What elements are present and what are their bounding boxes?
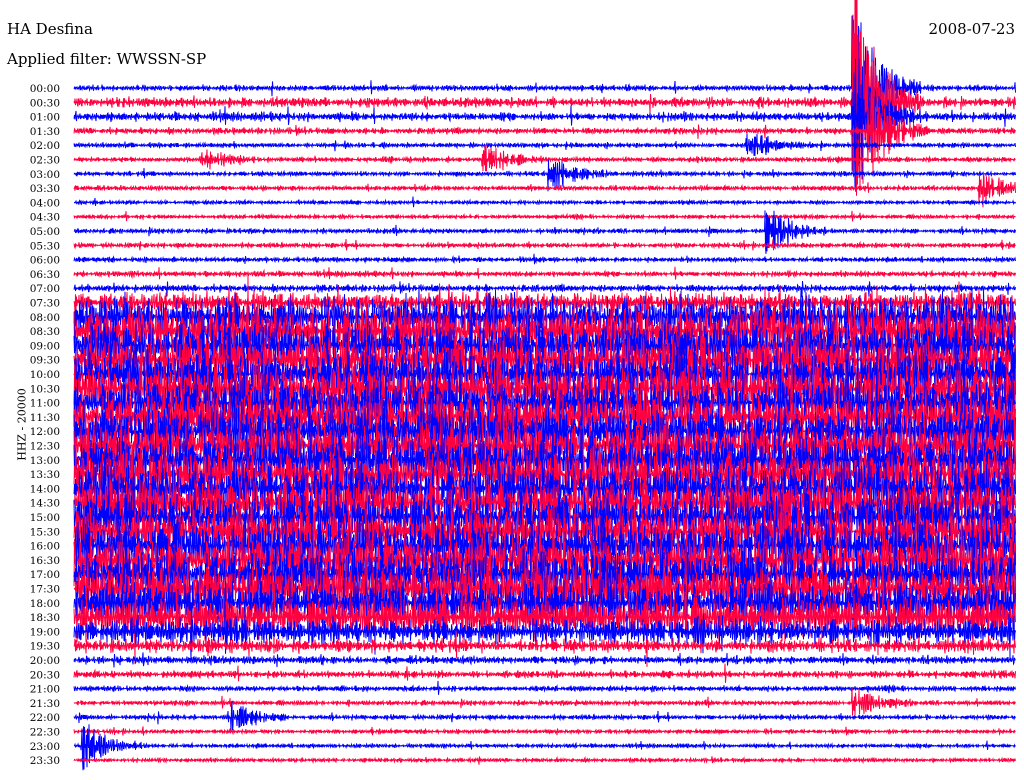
trace-2000	[73, 652, 1016, 668]
row-time-label: 03:30	[30, 183, 60, 195]
row-time-label: 08:00	[30, 312, 60, 324]
row-time-label: 04:30	[30, 212, 60, 224]
trace-0700	[73, 280, 1016, 298]
row-time-label: 09:30	[30, 355, 60, 367]
row-time-label: 06:30	[30, 269, 60, 281]
row-time-label: 06:00	[30, 255, 60, 267]
row-time-label: 14:00	[30, 483, 60, 495]
row-time-label: 12:30	[30, 441, 60, 453]
trace-2230	[73, 726, 1016, 737]
row-time-label: 07:00	[30, 283, 60, 295]
trace-2100	[73, 680, 1016, 695]
row-time-label: 23:30	[30, 755, 60, 767]
row-time-label: 13:30	[30, 469, 60, 481]
row-time-label: 15:30	[30, 526, 60, 538]
row-time-label: 02:00	[30, 140, 60, 152]
row-time-label: 04:00	[30, 197, 60, 209]
row-time-label: 00:00	[30, 83, 60, 95]
row-time-label: 17:00	[30, 569, 60, 581]
row-time-label: 21:00	[30, 684, 60, 696]
helicorder-plot: 00:00 00:30 01:00 01:30 02:00 02:30 03:00 03:30…	[30, 0, 1016, 771]
row-time-label: 02:30	[30, 155, 60, 167]
row-time-label: 20:00	[30, 655, 60, 667]
row-time-label: 01:30	[30, 126, 60, 138]
row-time-label: 10:00	[30, 369, 60, 381]
row-time-label: 05:00	[30, 226, 60, 238]
trace-0230	[73, 144, 1016, 172]
trace-0630	[73, 266, 1016, 280]
trace-0430	[73, 210, 1016, 222]
row-time-label: 01:00	[30, 112, 60, 124]
trace-0300	[73, 159, 1016, 192]
row-time-label: 21:30	[30, 698, 60, 710]
row-time-label: 17:30	[30, 584, 60, 596]
row-time-label: 12:00	[30, 426, 60, 438]
row-time-label: 03:00	[30, 169, 60, 181]
row-time-label: 19:30	[30, 641, 60, 653]
row-time-label: 22:30	[30, 727, 60, 739]
trace-2030	[73, 663, 1016, 683]
row-time-label: 13:00	[30, 455, 60, 467]
row-time-label: 11:00	[30, 398, 60, 410]
trace-2330	[73, 755, 1016, 765]
row-time-label: 18:30	[30, 612, 60, 624]
row-time-label: 07:30	[30, 298, 60, 310]
row-time-label: 10:30	[30, 383, 60, 395]
row-time-label: 20:30	[30, 669, 60, 681]
row-time-label: 16:00	[30, 541, 60, 553]
row-time-label: 14:30	[30, 498, 60, 510]
row-time-label: 23:00	[30, 741, 60, 753]
trace-0530	[73, 238, 1016, 251]
row-time-label: 22:00	[30, 712, 60, 724]
row-time-label: 11:30	[30, 412, 60, 424]
trace-0600	[73, 253, 1016, 265]
row-time-label: 08:30	[30, 326, 60, 338]
row-time-label: 09:00	[30, 340, 60, 352]
row-time-label: 00:30	[30, 97, 60, 109]
row-time-label: 15:00	[30, 512, 60, 524]
trace-0400	[74, 196, 1016, 208]
row-time-label: 16:30	[30, 555, 60, 567]
row-time-label: 18:00	[30, 598, 60, 610]
row-time-label: 19:00	[30, 626, 60, 638]
row-time-label: 05:30	[30, 240, 60, 252]
